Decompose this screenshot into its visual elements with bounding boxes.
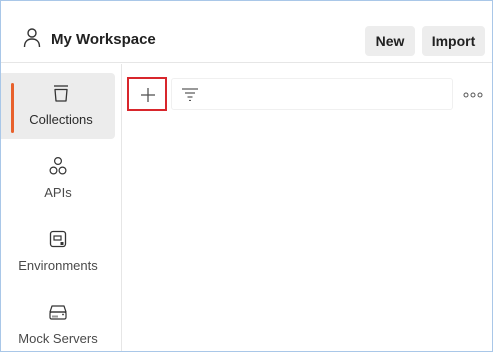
sidebar-item-environments[interactable]: Environments <box>1 219 115 285</box>
new-button[interactable]: New <box>365 26 415 56</box>
sidebar-item-collections[interactable]: Collections <box>1 73 115 139</box>
workspace-title[interactable]: My Workspace <box>51 31 156 49</box>
sidebar-item-label: Mock Servers <box>18 331 98 346</box>
sidebar-item-label: APIs <box>44 185 72 200</box>
sidebar-item-label: Environments <box>18 258 98 273</box>
search-collections-input[interactable] <box>171 78 453 110</box>
environment-icon <box>49 230 67 248</box>
app-window: My Workspace New Import Collections APIs <box>0 0 493 352</box>
workspace-header: My Workspace New Import <box>1 1 492 63</box>
sidebar: Collections APIs Environments Mock Serve… <box>1 64 122 351</box>
user-icon <box>23 28 41 48</box>
sidebar-item-mock-servers[interactable]: Mock Servers <box>1 292 115 351</box>
import-button[interactable]: Import <box>422 26 485 56</box>
trash-can-icon <box>54 85 68 102</box>
more-horizontal-icon[interactable] <box>463 92 483 98</box>
sidebar-item-apis[interactable]: APIs <box>1 146 115 212</box>
filter-icon <box>182 88 198 101</box>
server-icon <box>49 305 67 320</box>
api-nodes-icon <box>49 156 67 175</box>
sidebar-item-label: Collections <box>29 112 93 127</box>
plus-icon <box>141 88 155 102</box>
add-collection-button[interactable] <box>127 77 167 111</box>
